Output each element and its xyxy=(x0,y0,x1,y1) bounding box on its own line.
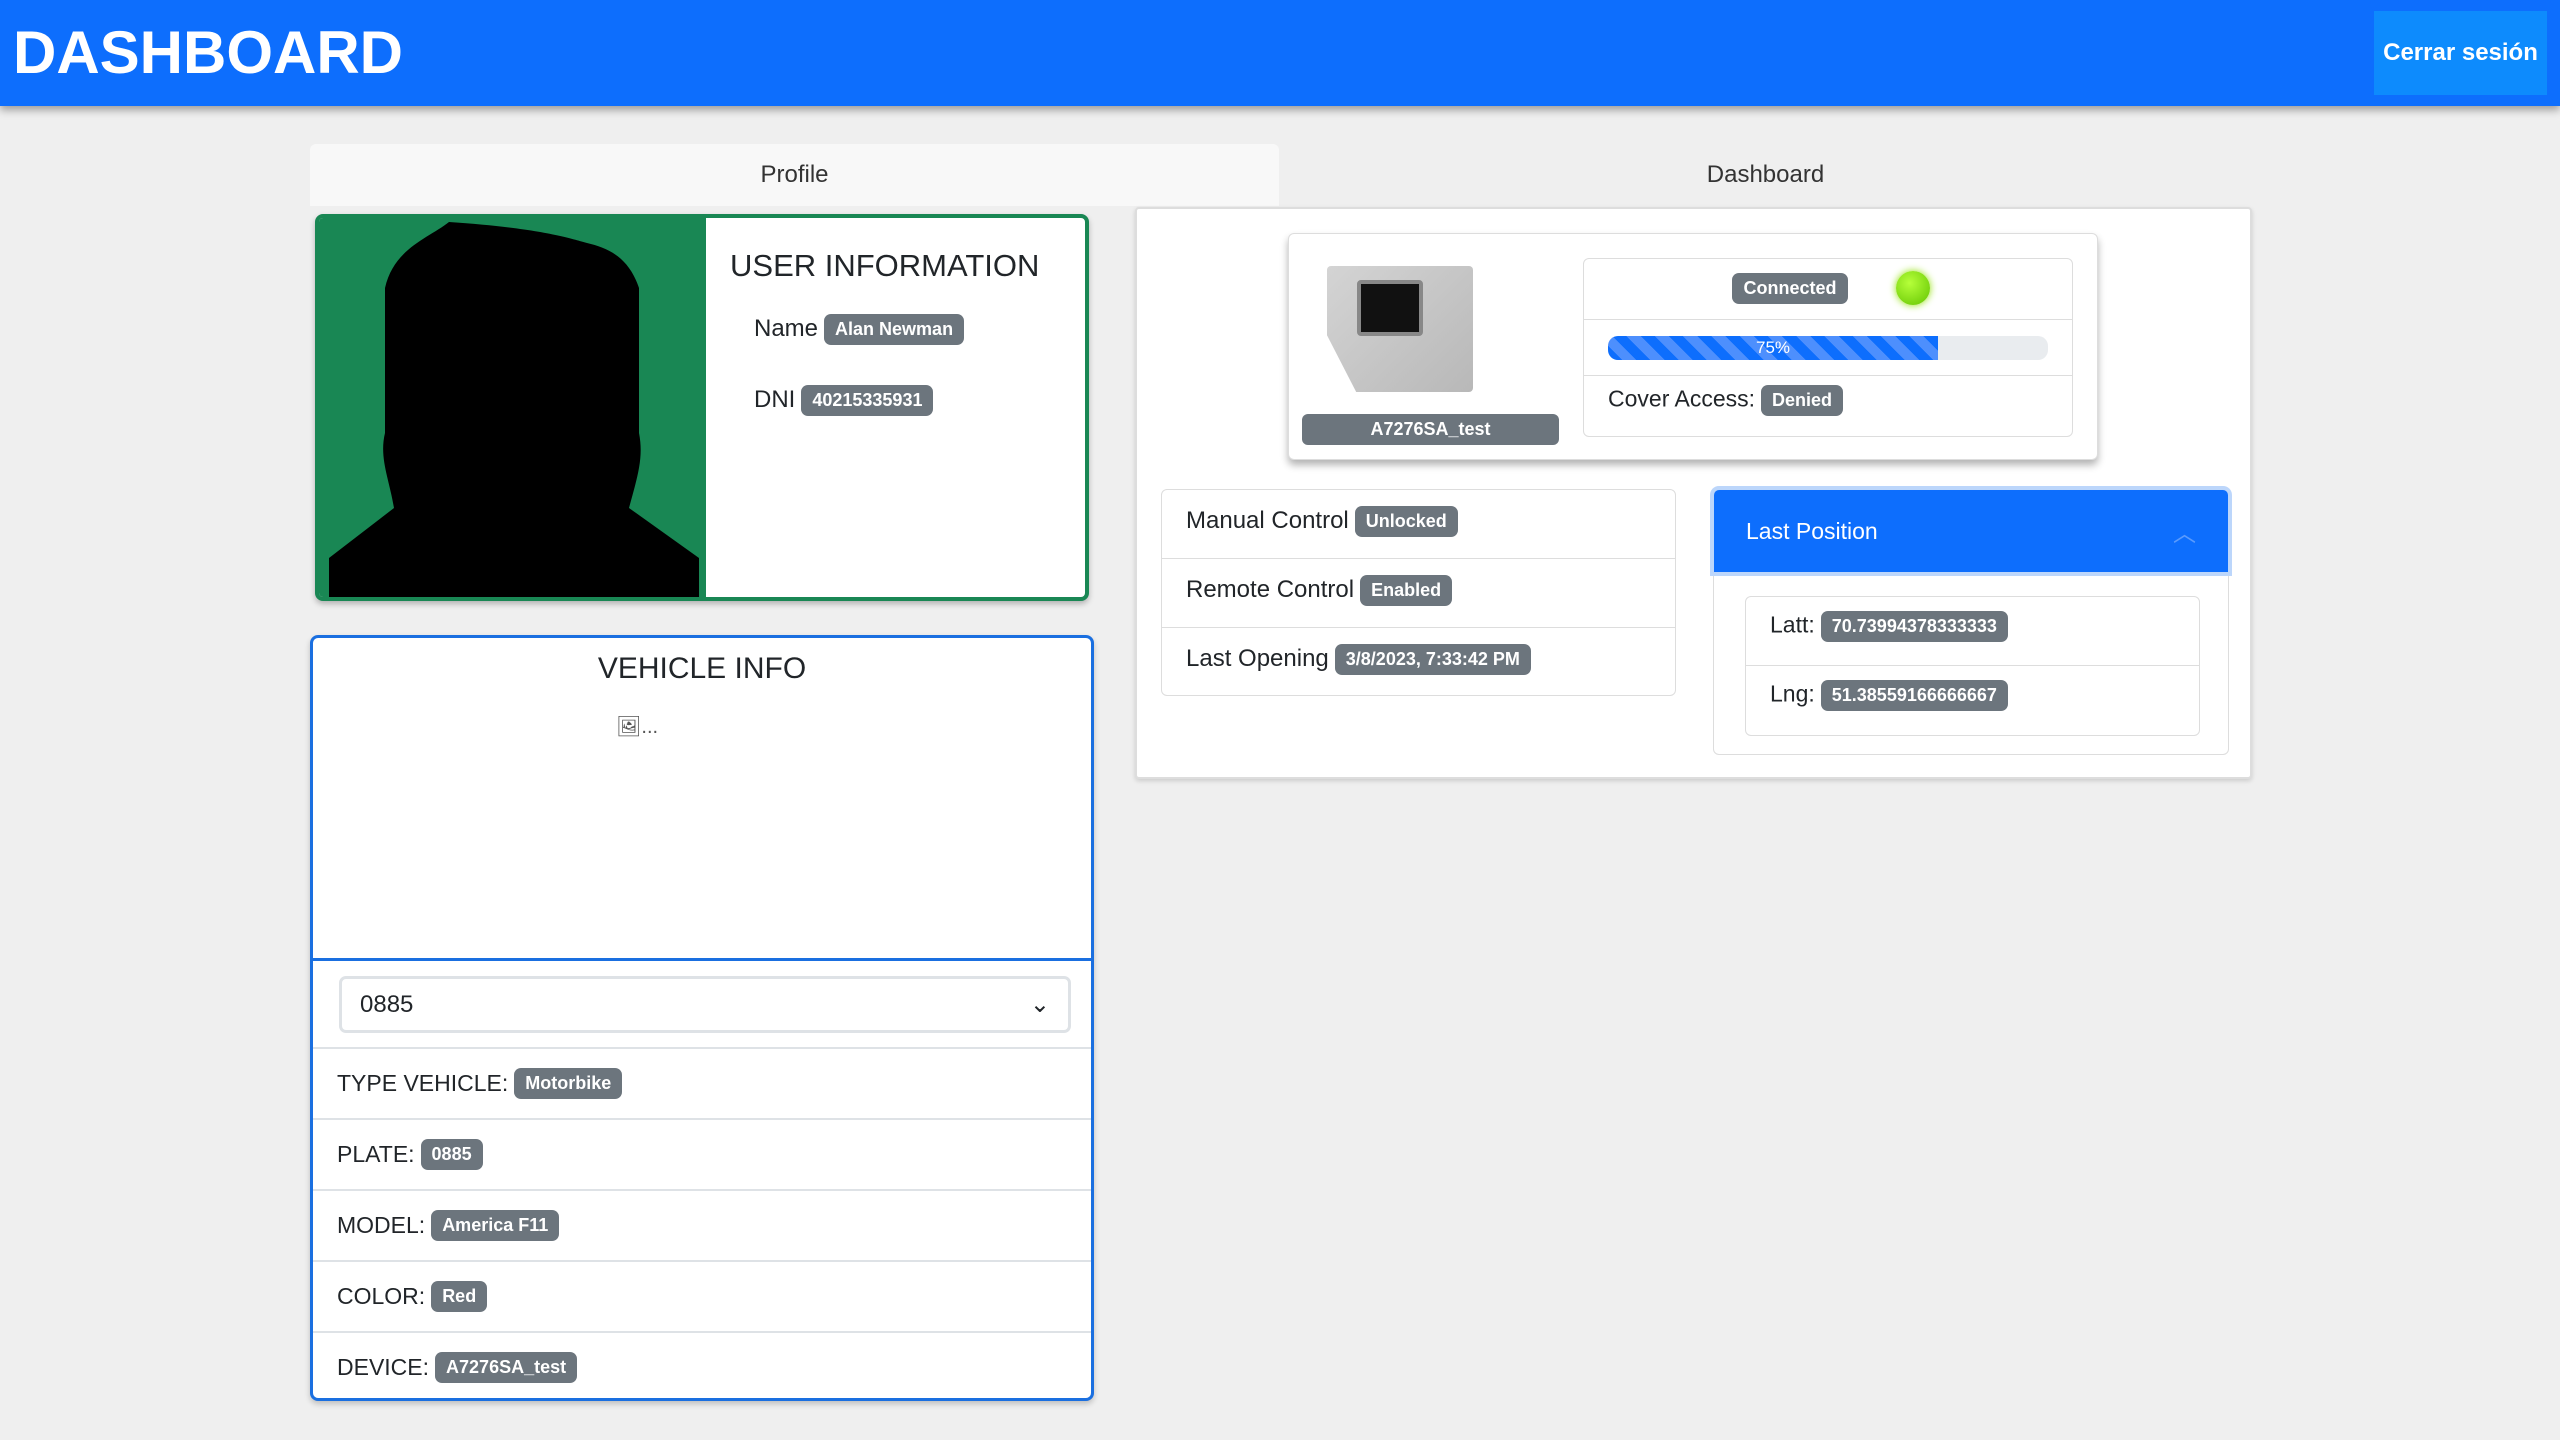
list-item: Manual Control Unlocked xyxy=(1162,490,1675,559)
device-image xyxy=(1327,266,1473,392)
avatar xyxy=(319,218,706,597)
cover-access-badge: Denied xyxy=(1761,385,1844,416)
vehicle-info-heading: VEHICLE INFO xyxy=(597,652,807,685)
dni-badge: 40215335931 xyxy=(801,385,934,416)
connection-badge: Connected xyxy=(1732,272,1848,304)
chevron-down-icon: ⌄ xyxy=(1029,991,1050,1018)
app-title: DASHBOARD xyxy=(13,19,403,86)
top-bar: DASHBOARD Cerrar sesión xyxy=(0,0,2560,106)
progress-bar: 75% xyxy=(1608,336,2048,360)
vehicle-field-device: DEVICE: A7276SA_test xyxy=(313,1331,1091,1402)
list-item: Remote Control Enabled xyxy=(1162,559,1675,628)
latitude-row: Latt: 70.73994378333333 xyxy=(1746,597,2199,666)
accordion-header[interactable]: Last Position ︿ xyxy=(1714,490,2228,572)
vehicle-select[interactable]: 0885 ⌄ xyxy=(339,976,1071,1033)
user-silhouette-icon xyxy=(329,222,699,597)
last-position-accordion: Last Position ︿ Latt: 70.73994378333333 Ln… xyxy=(1713,489,2229,755)
dashboard-panel: A7276SA_test Connected 75% Cover Access:… xyxy=(1135,207,2252,779)
vehicle-field-plate: PLATE: 0885 xyxy=(313,1118,1091,1189)
cover-access-label: Cover Access: xyxy=(1608,385,1755,412)
device-card: A7276SA_test Connected 75% Cover Access:… xyxy=(1288,233,2098,460)
dni-label: DNI xyxy=(754,385,796,413)
broken-image-icon: 🖼 xyxy=(616,716,642,738)
tab-dashboard[interactable]: Dashboard xyxy=(1279,144,2252,206)
vehicle-field-model: MODEL: America F11 xyxy=(313,1189,1091,1260)
list-item: Last Opening 3/8/2023, 7:33:42 PM xyxy=(1162,628,1675,697)
device-name-badge: A7276SA_test xyxy=(1302,414,1559,445)
name-label: Name xyxy=(754,314,819,342)
user-card: USER INFORMATION Name Alan Newman DNI 4021… xyxy=(315,214,1089,601)
chevron-up-icon: ︿ xyxy=(2173,520,2196,546)
controls-list: Manual Control Unlocked Remote Control Ena… xyxy=(1161,489,1676,696)
tab-profile[interactable]: Profile xyxy=(310,144,1279,206)
vehicle-card: VEHICLE INFO 🖼... 0885 ⌄ TYPE VEHICLE: Mot… xyxy=(310,635,1094,1401)
vehicle-image: 🖼... xyxy=(616,716,659,738)
divider xyxy=(313,958,1091,961)
logout-button[interactable]: Cerrar sesión xyxy=(2374,11,2547,95)
longitude-row: Lng: 51.38559166666667 xyxy=(1746,666,2199,735)
device-status: Connected 75% Cover Access: Denied xyxy=(1583,258,2073,437)
vehicle-field-color: COLOR: Red xyxy=(313,1260,1091,1331)
vehicle-field-type: TYPE VEHICLE: Motorbike xyxy=(313,1047,1091,1118)
user-info-heading: USER INFORMATION xyxy=(730,248,1040,283)
name-badge: Alan Newman xyxy=(824,314,965,345)
status-led-icon xyxy=(1895,271,1930,305)
